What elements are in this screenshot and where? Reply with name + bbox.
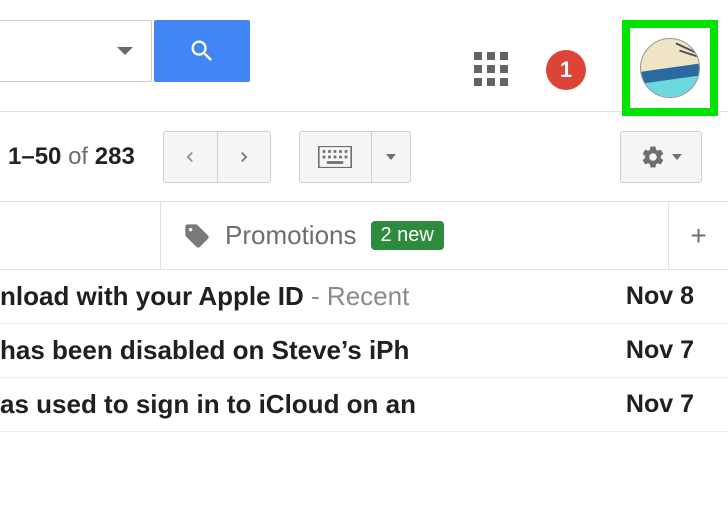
newer-button[interactable] — [163, 131, 217, 183]
message-subject: nload with your Apple ID - Recent — [0, 281, 602, 312]
topbar-right: 1 — [474, 24, 718, 116]
search-area — [0, 20, 250, 82]
search-button[interactable] — [154, 20, 250, 82]
notification-count: 1 — [560, 57, 572, 83]
message-date: Nov 7 — [626, 390, 694, 419]
tab-promotions-label: Promotions — [225, 220, 357, 251]
message-date: Nov 7 — [626, 336, 694, 365]
tab-promotions[interactable]: Promotions 2 new — [160, 202, 668, 270]
subject-suffix: - Recent — [304, 281, 410, 311]
gear-icon — [640, 144, 666, 170]
top-bar: 1 — [0, 0, 728, 112]
older-button[interactable] — [217, 131, 271, 183]
category-tabs: Promotions 2 new + — [0, 202, 728, 270]
search-options-dropdown[interactable] — [0, 20, 152, 82]
chevron-left-icon — [180, 147, 200, 167]
message-row[interactable]: has been disabled on Steve’s iPh Nov 7 — [0, 324, 728, 378]
message-list: nload with your Apple ID - Recent Nov 8 … — [0, 270, 728, 432]
notifications-badge[interactable]: 1 — [546, 50, 586, 90]
page-range: 1–50 — [8, 143, 61, 170]
apps-launcher-icon[interactable] — [474, 52, 510, 88]
input-tools-main[interactable] — [299, 131, 371, 183]
tag-icon — [183, 222, 211, 250]
settings-button[interactable] — [620, 131, 702, 183]
page-of-word: of — [68, 143, 88, 170]
input-tools-button — [299, 131, 411, 183]
page-total: 283 — [95, 143, 135, 170]
promotions-new-badge: 2 new — [371, 221, 444, 250]
toolbar: 1–50 of 283 — [0, 112, 728, 202]
pagination-buttons — [163, 131, 271, 183]
add-tab-button[interactable]: + — [668, 202, 728, 270]
caret-down-icon — [117, 47, 133, 55]
caret-down-icon — [386, 154, 396, 160]
message-subject: as used to sign in to iCloud on an — [0, 389, 602, 420]
message-row[interactable]: nload with your Apple ID - Recent Nov 8 — [0, 270, 728, 324]
subject-text: as used to sign in to iCloud on an — [0, 389, 416, 419]
message-subject: has been disabled on Steve’s iPh — [0, 335, 602, 366]
pagination-text: 1–50 of 283 — [8, 143, 135, 171]
subject-text: nload with your Apple ID — [0, 281, 304, 311]
chevron-right-icon — [234, 147, 254, 167]
search-icon — [188, 37, 216, 65]
subject-text: has been disabled on Steve’s iPh — [0, 335, 409, 365]
message-date: Nov 8 — [626, 282, 694, 311]
keyboard-icon — [318, 146, 352, 168]
plus-icon: + — [690, 220, 706, 252]
message-row[interactable]: as used to sign in to iCloud on an Nov 7 — [0, 378, 728, 432]
avatar-highlight-box — [622, 20, 718, 116]
caret-down-icon — [672, 154, 682, 160]
account-avatar[interactable] — [640, 38, 700, 98]
input-tools-dropdown[interactable] — [371, 131, 411, 183]
